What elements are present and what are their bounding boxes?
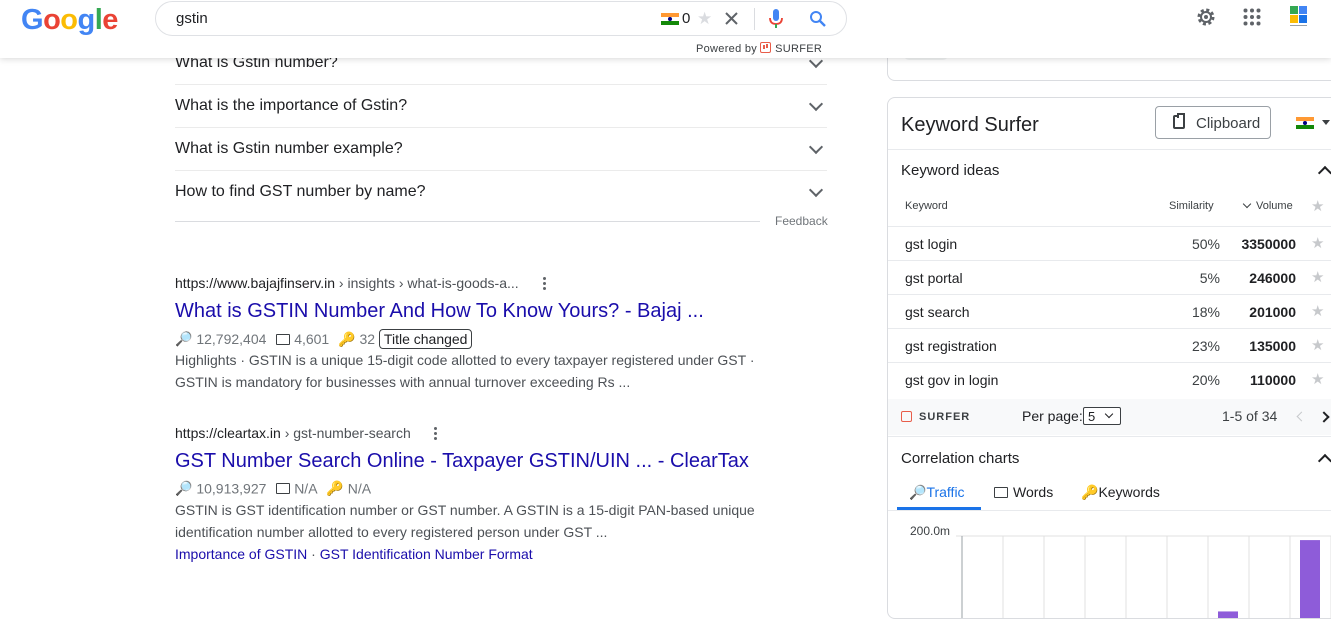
star-icon[interactable]: ★ xyxy=(1311,197,1324,215)
sitelink[interactable]: GST Identification Number Format xyxy=(320,546,533,562)
keywords-icon: 🔑 xyxy=(1081,484,1099,500)
sort-down-icon[interactable] xyxy=(1242,199,1252,209)
correlation-charts-heading: Correlation charts xyxy=(901,450,1020,467)
microphone-icon[interactable] xyxy=(769,9,783,29)
per-page-select[interactable]: 5 xyxy=(1083,407,1121,425)
col-similarity[interactable]: Similarity xyxy=(1169,200,1214,212)
divider xyxy=(175,221,760,222)
faq-item[interactable]: What is Gstin number example? xyxy=(175,128,827,171)
divider xyxy=(888,149,1331,150)
keyword-row[interactable]: gst portal 5% 246000 ★ xyxy=(888,260,1331,294)
divider xyxy=(888,510,1331,511)
keyword-row[interactable]: gst gov in login 20% 110000 ★ xyxy=(888,362,1331,396)
chevron-down-icon[interactable] xyxy=(808,182,824,198)
result-url[interactable]: https://cleartax.in › gst-number-search xyxy=(175,425,411,441)
per-page-label: Per page: xyxy=(1022,408,1083,424)
words-icon xyxy=(276,333,291,345)
faq-question: How to find GST number by name? xyxy=(175,183,426,200)
search-input[interactable]: gstin xyxy=(176,10,208,27)
india-flag-icon[interactable] xyxy=(661,12,679,30)
keyword-row[interactable]: gst registration 23% 135000 ★ xyxy=(888,328,1331,362)
traffic-icon: 🔎 xyxy=(175,330,193,347)
prev-page-icon[interactable] xyxy=(1296,411,1307,422)
search-box[interactable]: gstin 0 ★ xyxy=(155,1,847,36)
faq-question: What is Gstin number example? xyxy=(175,140,403,157)
collapse-chevron-icon[interactable] xyxy=(1317,453,1331,469)
result-sitelinks: Importance of GSTIN · GST Identification… xyxy=(175,546,533,562)
surfer-brand: SURFER xyxy=(919,411,971,423)
col-volume[interactable]: Volume xyxy=(1256,200,1293,212)
star-icon[interactable]: ★ xyxy=(1311,302,1324,320)
keyword-ideas-heading: Keyword ideas xyxy=(901,162,1000,179)
traffic-icon: 🔎 xyxy=(909,484,927,500)
faq-item[interactable]: What is the importance of Gstin? xyxy=(175,85,827,128)
words-icon xyxy=(276,482,291,494)
tab-traffic[interactable]: 🔎Traffic xyxy=(909,484,965,501)
apps-grid-icon[interactable] xyxy=(1243,8,1261,26)
chart-bar xyxy=(1300,540,1320,618)
caret-down-icon xyxy=(1322,120,1330,125)
star-icon[interactable]: ★ xyxy=(1311,234,1324,252)
result-metrics: 🔎 12,792,404 4,601 🔑 32 Title changed xyxy=(175,329,473,349)
more-options-icon[interactable] xyxy=(434,427,437,430)
col-keyword: Keyword xyxy=(905,200,948,212)
title-changed-badge: Title changed xyxy=(378,329,473,349)
result-title-link[interactable]: GST Number Search Online - Taxpayer GSTI… xyxy=(175,450,749,473)
result-snippet: GSTIN is GST identification number or GS… xyxy=(175,502,755,540)
keywords-icon: 🔑 xyxy=(338,330,356,347)
divider xyxy=(888,436,1331,437)
surfer-logo-icon xyxy=(901,411,912,422)
result-snippet: Highlights · GSTIN is a unique 15-digit … xyxy=(175,352,755,390)
clear-icon[interactable] xyxy=(725,12,738,25)
avatar[interactable] xyxy=(1288,5,1310,29)
correlation-chart: 200.0m xyxy=(888,518,1331,618)
chevron-down-icon[interactable] xyxy=(808,96,824,112)
table-footer: SURFER Per page: 5 1-5 of 34 xyxy=(888,399,1331,435)
next-page-icon[interactable] xyxy=(1318,411,1330,423)
chart-bar xyxy=(1218,611,1238,618)
feedback-link[interactable]: Feedback xyxy=(775,214,828,228)
collapse-chevron-icon[interactable] xyxy=(1317,165,1331,181)
result-url[interactable]: https://www.bajajfinserv.in › insights ›… xyxy=(175,275,519,291)
faq-item[interactable]: How to find GST number by name? xyxy=(175,171,827,213)
star-icon[interactable]: ★ xyxy=(697,9,712,29)
pagination-label: 1-5 of 34 xyxy=(1222,408,1278,424)
star-icon[interactable]: ★ xyxy=(1311,268,1324,286)
result-metrics: 🔎 10,913,927 N/A 🔑 N/A xyxy=(175,479,372,497)
powered-by-surfer: Powered by SURFER xyxy=(696,42,823,55)
tab-keywords[interactable]: 🔑Keywords xyxy=(1081,484,1160,501)
india-flag-icon xyxy=(1296,117,1314,129)
chevron-down-icon[interactable] xyxy=(808,139,824,155)
keywords-icon: 🔑 xyxy=(326,479,344,496)
top-header: Google gstin 0 ★ xyxy=(0,0,1331,58)
result-title-link[interactable]: What is GSTIN Number And How To Know You… xyxy=(175,300,704,323)
keyword-surfer-panel: Keyword Surfer Clipboard Keyword ideas K… xyxy=(887,97,1331,619)
star-icon[interactable]: ★ xyxy=(1311,370,1324,388)
sitelink[interactable]: Importance of GSTIN xyxy=(175,546,307,562)
keyword-row[interactable]: gst login 50% 3350000 ★ xyxy=(888,226,1331,260)
flag-count: 0 xyxy=(682,10,691,27)
surfer-brand: SURFER xyxy=(775,43,823,55)
clipboard-button[interactable]: Clipboard xyxy=(1155,106,1271,139)
faq-question: What is the importance of Gstin? xyxy=(175,97,408,114)
divider xyxy=(754,8,755,30)
tab-words[interactable]: Words xyxy=(994,484,1053,500)
panel-title: Keyword Surfer xyxy=(901,114,1039,136)
search-icon[interactable] xyxy=(809,10,827,28)
star-icon[interactable]: ★ xyxy=(1311,336,1324,354)
keyword-row[interactable]: gst search 18% 201000 ★ xyxy=(888,294,1331,328)
words-icon xyxy=(994,487,1008,498)
google-logo[interactable]: Google xyxy=(21,4,118,37)
more-options-icon[interactable] xyxy=(543,277,546,280)
chevron-down-icon xyxy=(1104,409,1114,419)
surfer-logo-icon xyxy=(760,42,772,53)
settings-gear-icon[interactable] xyxy=(1195,6,1217,28)
chart-svg xyxy=(956,535,1331,618)
clipboard-icon xyxy=(1173,113,1185,129)
country-select[interactable] xyxy=(1296,116,1330,134)
traffic-icon: 🔎 xyxy=(175,479,193,496)
